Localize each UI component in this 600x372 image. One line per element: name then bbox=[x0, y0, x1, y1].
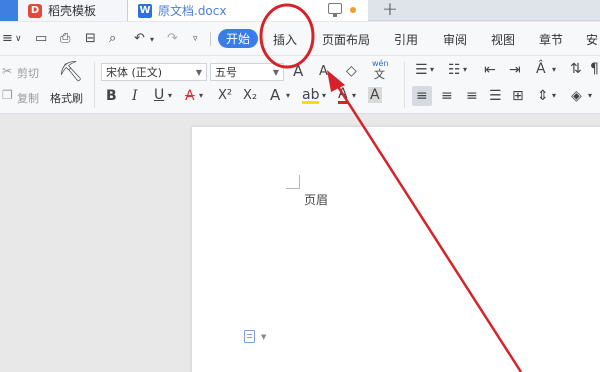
align-center-icon[interactable]: ≡ bbox=[441, 89, 453, 103]
text-effect-button[interactable]: A bbox=[270, 88, 280, 103]
menu-security[interactable]: 安 bbox=[586, 31, 598, 48]
font-family-value: 宋体 (正文) bbox=[106, 66, 163, 79]
tab-bar: D 稻壳模板 W 原文档.docx + bbox=[0, 0, 600, 21]
print-preview-icon[interactable]: ⌕ bbox=[109, 31, 116, 46]
document-options-icon[interactable] bbox=[244, 330, 255, 343]
chevron-down-icon[interactable]: ▾ bbox=[552, 92, 556, 100]
wps-writer-window: D 稻壳模板 W 原文档.docx + ≡ ∨ ▭ ⎙ ⊟ ⌕ ↶ ▾ ↷ ▿ … bbox=[0, 0, 600, 372]
chevron-down-icon: ▼ bbox=[272, 68, 279, 77]
chevron-down-icon[interactable]: ▾ bbox=[199, 92, 203, 100]
document-canvas: 页眉 ▼ bbox=[0, 115, 600, 372]
menu-references[interactable]: 引用 bbox=[394, 31, 418, 48]
phonetic-char: 文 bbox=[374, 68, 385, 81]
open-folder-icon[interactable]: ▭ bbox=[35, 31, 47, 46]
menu-section[interactable]: 章节 bbox=[539, 31, 563, 48]
decrease-indent-icon[interactable]: ⇤ bbox=[484, 63, 496, 77]
font-color-button[interactable]: A bbox=[338, 87, 348, 104]
new-tab-button[interactable]: + bbox=[382, 0, 398, 20]
char-shading-button[interactable]: A bbox=[368, 87, 382, 103]
undo-icon[interactable]: ↶ bbox=[134, 31, 145, 46]
chevron-down-icon[interactable]: ∨ bbox=[15, 34, 22, 44]
menu-insert[interactable]: 插入 bbox=[273, 31, 297, 48]
subscript-button[interactable]: X₂ bbox=[243, 89, 257, 102]
chevron-down-icon[interactable]: ▾ bbox=[352, 92, 356, 100]
menu-toggle-icon[interactable]: ≡ bbox=[2, 31, 13, 46]
chevron-down-icon[interactable]: ▼ bbox=[261, 333, 266, 341]
paintbrush-icon[interactable]: ⛏ bbox=[58, 61, 83, 81]
print-icon[interactable]: ⊟ bbox=[85, 31, 96, 46]
chevron-down-icon[interactable]: ▾ bbox=[588, 92, 592, 100]
undo-dropdown-icon[interactable]: ▾ bbox=[150, 35, 154, 44]
home-tab-edge[interactable] bbox=[0, 0, 18, 21]
scissors-icon[interactable]: ✂ bbox=[2, 65, 12, 77]
menu-bar: ≡ ∨ ▭ ⎙ ⊟ ⌕ ↶ ▾ ↷ ▿ 开始 插入 页面布局 引用 审阅 视图 … bbox=[0, 22, 600, 56]
shrink-font-icon[interactable]: A bbox=[319, 65, 328, 78]
divider bbox=[210, 32, 211, 46]
strikethrough-button[interactable]: A bbox=[185, 89, 195, 103]
format-painter-button[interactable]: 格式刷 bbox=[50, 90, 83, 106]
italic-button[interactable]: I bbox=[132, 89, 138, 103]
ribbon-home: ✂ 剪切 ❐ 复制 ⛏ 格式刷 宋体 (正文) ▼ 五号 ▼ A A ◇ wén… bbox=[0, 56, 600, 114]
monitor-icon[interactable] bbox=[328, 3, 342, 17]
save-icon[interactable]: ⎙ bbox=[60, 31, 70, 46]
increase-indent-icon[interactable]: ⇥ bbox=[509, 63, 521, 77]
tab-label: 稻壳模板 bbox=[48, 4, 97, 18]
menu-page-layout[interactable]: 页面布局 bbox=[322, 31, 370, 48]
font-size-select[interactable]: 五号 ▼ bbox=[210, 63, 284, 81]
superscript-button[interactable]: X² bbox=[218, 89, 232, 102]
page-header-label[interactable]: 页眉 bbox=[304, 191, 328, 208]
font-size-value: 五号 bbox=[215, 66, 237, 79]
grow-font-icon[interactable]: A bbox=[293, 64, 303, 79]
chevron-down-icon[interactable]: ▾ bbox=[286, 92, 290, 100]
divider bbox=[94, 62, 95, 108]
distribute-icon[interactable]: ⊞ bbox=[512, 89, 524, 103]
menu-review[interactable]: 审阅 bbox=[443, 31, 467, 48]
numbered-list-icon[interactable]: ☷ bbox=[448, 63, 461, 77]
chevron-down-icon[interactable]: ▾ bbox=[430, 66, 434, 74]
align-left-icon: ≡ bbox=[416, 88, 428, 104]
show-marks-icon[interactable]: ¶ bbox=[590, 62, 599, 76]
bullet-list-icon[interactable]: ☰ bbox=[415, 63, 428, 77]
chevron-down-icon: ▼ bbox=[195, 68, 202, 77]
menu-view[interactable]: 视图 bbox=[491, 31, 515, 48]
underline-button[interactable]: U bbox=[154, 88, 164, 102]
line-spacing-icon[interactable]: ⇕ bbox=[537, 89, 549, 103]
phonetic-guide-icon[interactable]: wén bbox=[372, 60, 389, 68]
divider bbox=[404, 62, 405, 108]
customize-qa-icon[interactable]: ▿ bbox=[193, 34, 198, 44]
font-family-select[interactable]: 宋体 (正文) ▼ bbox=[101, 63, 207, 81]
tab-label: 原文档.docx bbox=[158, 4, 227, 18]
eraser-icon[interactable]: ◇ bbox=[346, 64, 357, 78]
char-scale-icon[interactable]: Â bbox=[536, 62, 546, 76]
writer-logo-icon: W bbox=[138, 3, 152, 18]
margin-corner-mark bbox=[286, 175, 300, 189]
chevron-down-icon[interactable]: ▾ bbox=[463, 66, 467, 74]
shading-fill-icon[interactable]: ◈ bbox=[571, 89, 582, 103]
highlight-button[interactable]: ab bbox=[302, 88, 320, 104]
redo-icon[interactable]: ↷ bbox=[167, 31, 178, 46]
copy-button[interactable]: 复制 bbox=[17, 90, 39, 106]
chevron-down-icon[interactable]: ▾ bbox=[168, 92, 172, 100]
justify-icon[interactable]: ☰ bbox=[489, 89, 502, 103]
menu-start[interactable]: 开始 bbox=[218, 29, 258, 48]
docer-logo-icon: D bbox=[28, 3, 42, 18]
sort-icon[interactable]: ⇅ bbox=[570, 62, 582, 76]
chevron-down-icon[interactable]: ▾ bbox=[322, 92, 326, 100]
copy-icon[interactable]: ❐ bbox=[2, 89, 13, 101]
document-page[interactable]: 页眉 ▼ bbox=[192, 127, 600, 372]
unsaved-dot-icon bbox=[350, 7, 356, 13]
bold-button[interactable]: B bbox=[106, 89, 117, 103]
align-right-icon[interactable]: ≡ bbox=[466, 89, 478, 103]
cut-button[interactable]: 剪切 bbox=[17, 65, 39, 81]
tab-docer-templates[interactable]: D 稻壳模板 bbox=[0, 0, 128, 21]
chevron-down-icon[interactable]: ▾ bbox=[552, 66, 556, 74]
